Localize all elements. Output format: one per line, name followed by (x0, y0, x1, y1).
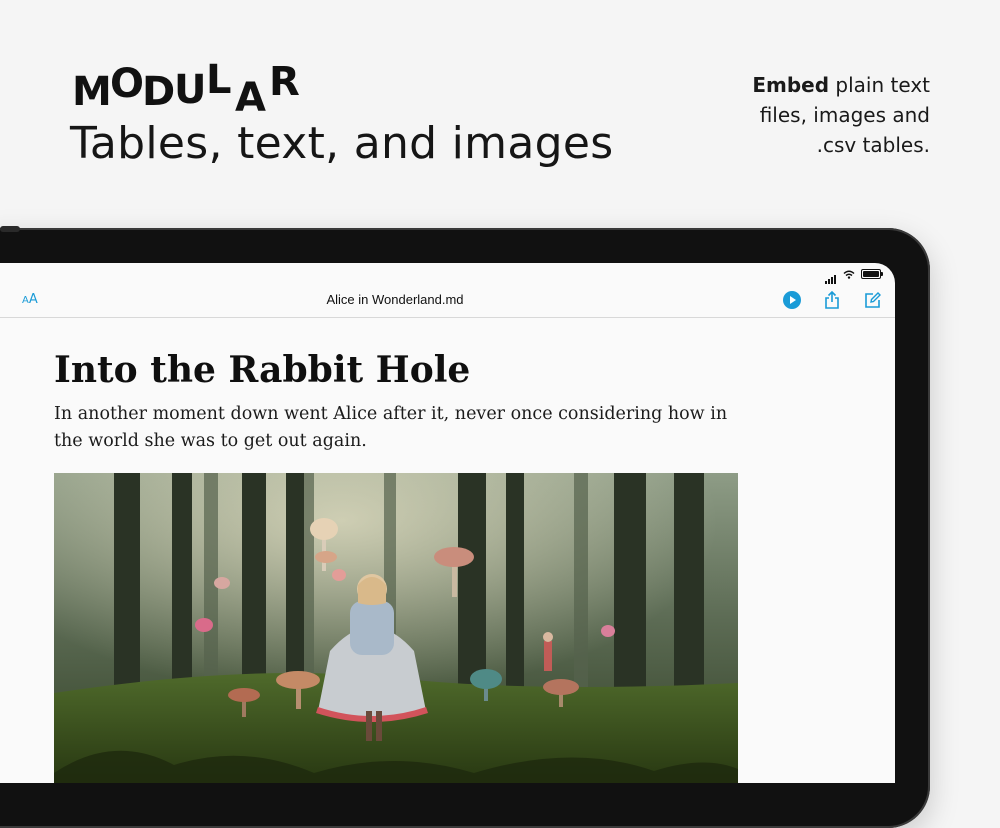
logo-letter: U (174, 67, 207, 113)
logo-letter: A (235, 75, 266, 121)
tagline-line3: .csv tables. (816, 133, 930, 157)
tablet-screen: AA Alice in Wonderland.md Into the Rabbi… (0, 263, 895, 783)
modular-logo: M O D U L A R (72, 57, 312, 121)
tagline-bold: Embed (752, 73, 830, 97)
logo-letter: L (206, 57, 232, 103)
wifi-icon (843, 270, 855, 279)
editor-toolbar: AA Alice in Wonderland.md (0, 285, 895, 318)
status-bar (825, 268, 883, 284)
forest-illustration (54, 473, 738, 783)
document-paragraph: In another moment down went Alice after … (54, 404, 728, 451)
document-title: Alice in Wonderland.md (326, 292, 464, 307)
device-side-button (0, 226, 20, 232)
play-icon[interactable] (782, 290, 802, 310)
tagline-line2: files, images and (759, 103, 930, 127)
tagline: Embed plain text files, images and .csv … (690, 70, 930, 160)
document-heading: Into the Rabbit Hole (54, 349, 471, 391)
cellular-signal-icon (825, 265, 837, 284)
share-icon[interactable] (822, 290, 842, 310)
headline: Tables, text, and images (70, 118, 614, 169)
compose-icon[interactable] (862, 290, 882, 310)
tagline-line1: plain text (829, 73, 930, 97)
logo-letter: O (110, 61, 145, 107)
logo-letter: D (142, 69, 176, 115)
logo-letter: M (72, 69, 112, 115)
battery-icon (861, 269, 883, 279)
logo-letter: R (269, 59, 300, 105)
embedded-forest-image (54, 473, 738, 783)
